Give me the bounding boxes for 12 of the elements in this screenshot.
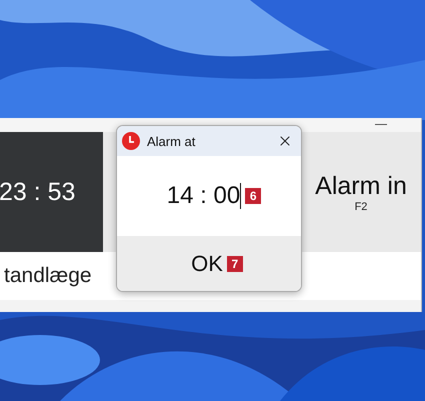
alarm-in-button[interactable]: Alarm in F2 xyxy=(301,132,421,252)
clock-time: 23 : 53 xyxy=(0,178,76,206)
callout-badge: 6 xyxy=(245,188,262,204)
alarm-in-label: Alarm in xyxy=(315,172,407,200)
minimize-icon[interactable] xyxy=(375,124,387,126)
time-input-field[interactable]: 14 : 00 xyxy=(166,182,242,210)
callout-badge: 7 xyxy=(226,256,243,272)
dialog-title: Alarm at xyxy=(147,134,196,148)
clock-icon xyxy=(122,132,140,150)
ok-button[interactable]: OK xyxy=(191,250,223,276)
shortcut-key: F2 xyxy=(354,200,368,212)
alarm-note: tandlæge xyxy=(4,264,92,288)
